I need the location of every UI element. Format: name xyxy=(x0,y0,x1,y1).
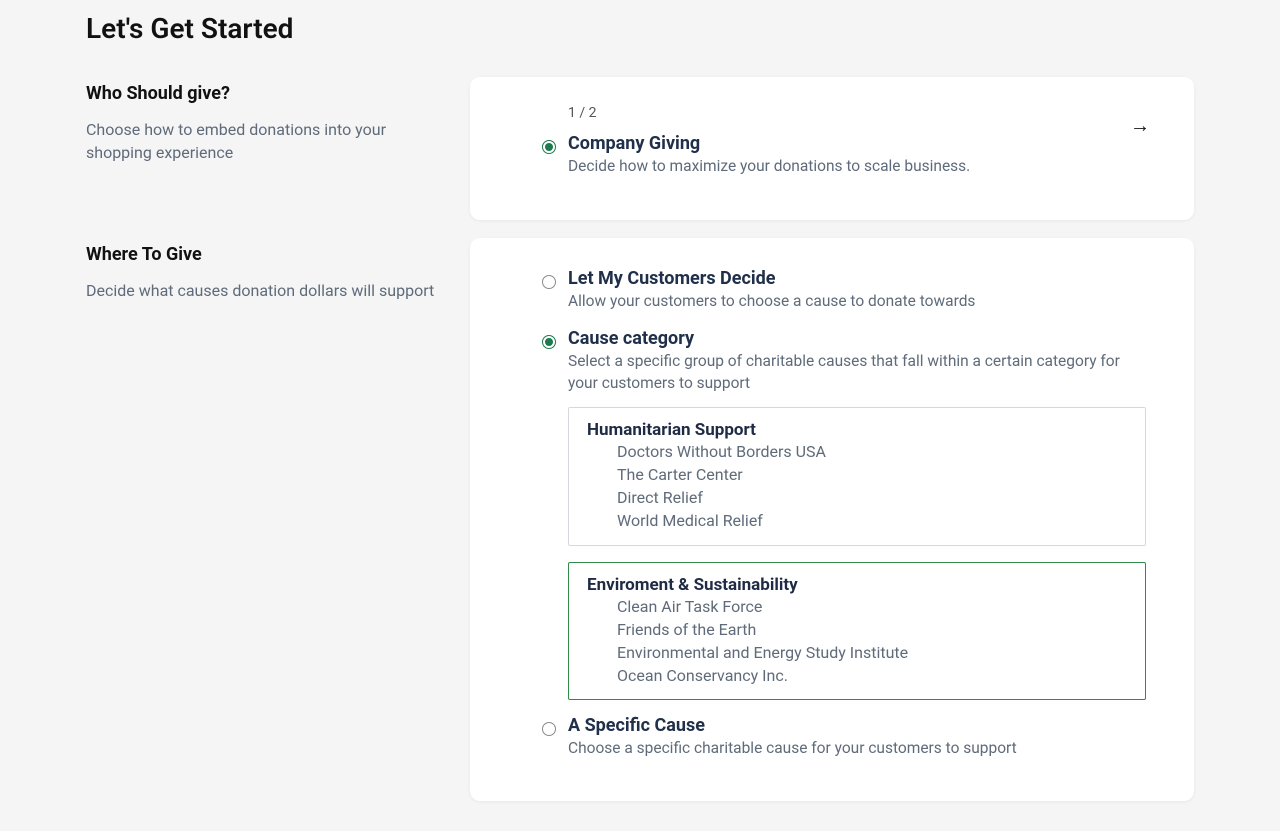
option-specific-cause[interactable]: A Specific Cause Choose a specific chari… xyxy=(542,703,1150,774)
cause-category-box[interactable]: Enviroment & SustainabilityClean Air Tas… xyxy=(568,562,1146,701)
cause-org-item: The Carter Center xyxy=(587,463,1127,486)
option-let-customers[interactable]: Let My Customers Decide Allow your custo… xyxy=(542,266,1150,327)
cause-category-box[interactable]: Humanitarian SupportDoctors Without Bord… xyxy=(568,407,1146,546)
step-indicator: 1 / 2 xyxy=(542,105,1150,121)
section-who: Who Should give? Choose how to embed don… xyxy=(86,77,1194,220)
cause-org-item: Friends of the Earth xyxy=(587,618,1127,641)
specific-cause-title: A Specific Cause xyxy=(568,715,1150,736)
radio-company-giving[interactable] xyxy=(542,140,556,154)
radio-let-customers[interactable] xyxy=(542,275,556,289)
where-title: Where To Give xyxy=(86,244,446,265)
where-desc: Decide what causes donation dollars will… xyxy=(86,279,446,302)
cause-org-item: Direct Relief xyxy=(587,486,1127,509)
page-title: Let's Get Started xyxy=(86,12,1194,45)
where-card: Let My Customers Decide Allow your custo… xyxy=(470,238,1194,802)
cause-category-name: Enviroment & Sustainability xyxy=(587,575,1127,595)
radio-cause-category[interactable] xyxy=(542,335,556,349)
let-customers-desc: Allow your customers to choose a cause t… xyxy=(568,291,1150,313)
cause-list-scroll[interactable]: Humanitarian SupportDoctors Without Bord… xyxy=(568,407,1150,703)
cause-org-item: Doctors Without Borders USA xyxy=(587,440,1127,463)
specific-cause-desc: Choose a specific charitable cause for y… xyxy=(568,738,1150,760)
let-customers-title: Let My Customers Decide xyxy=(568,268,1150,289)
company-giving-desc: Decide how to maximize your donations to… xyxy=(568,156,1150,178)
who-desc: Choose how to embed donations into your … xyxy=(86,118,446,164)
who-card: → 1 / 2 Company Giving Decide how to max… xyxy=(470,77,1194,220)
option-cause-category[interactable]: Cause category Select a specific group o… xyxy=(542,326,1150,400)
company-giving-title: Company Giving xyxy=(568,133,1150,154)
radio-specific-cause[interactable] xyxy=(542,722,556,736)
cause-org-item: World Medical Relief xyxy=(587,509,1127,532)
cause-org-item: Environmental and Energy Study Institute xyxy=(587,641,1127,664)
who-title: Who Should give? xyxy=(86,83,446,104)
cause-org-item: Ocean Conservancy Inc. xyxy=(587,664,1127,687)
cause-category-desc: Select a specific group of charitable ca… xyxy=(568,351,1150,394)
next-arrow-icon[interactable]: → xyxy=(1130,113,1150,138)
cause-category-name: Humanitarian Support xyxy=(587,420,1127,440)
option-company-giving[interactable]: Company Giving Decide how to maximize yo… xyxy=(542,131,1150,192)
cause-org-item: Clean Air Task Force xyxy=(587,595,1127,618)
section-where: Where To Give Decide what causes donatio… xyxy=(86,238,1194,802)
cause-category-title: Cause category xyxy=(568,328,1150,349)
